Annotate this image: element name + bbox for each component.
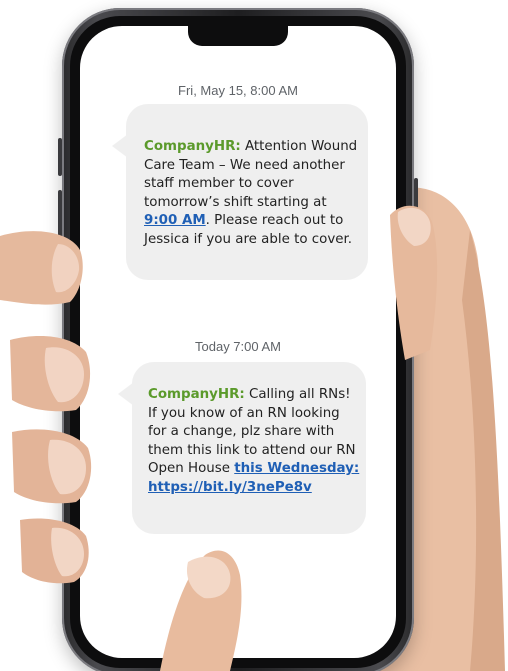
side-button [58,138,62,176]
message-timestamp: Fri, May 15, 8:00 AM [178,83,298,98]
message-bubble[interactable]: CompanyHR: Attention Wound Care Team – W… [112,104,368,280]
phone-screen: Fri, May 15, 8:00 AM CompanyHR: Attentio… [80,26,396,658]
bubble-tail [112,134,128,158]
date-link[interactable]: this Wednesday: [234,461,359,476]
notch [188,26,288,46]
sender-name: CompanyHR: [144,139,241,154]
bubble-tail [118,382,134,406]
power-button [414,178,418,258]
message-text: CompanyHR: Attention Wound Care Team – W… [144,138,359,249]
time-link[interactable]: 9:00 AM [144,213,206,228]
sender-name: CompanyHR: [148,387,245,402]
message-timestamp: Today 7:00 AM [195,339,281,354]
message-text: CompanyHR: Calling all RNs! If you know … [148,386,360,497]
url-link[interactable]: https://bit.ly/3nePe8v [148,480,312,495]
message-bubble[interactable]: CompanyHR: Calling all RNs! If you know … [118,362,366,534]
scene: Fri, May 15, 8:00 AM CompanyHR: Attentio… [0,0,508,671]
phone-frame: Fri, May 15, 8:00 AM CompanyHR: Attentio… [58,8,418,671]
volume-button [58,190,62,246]
